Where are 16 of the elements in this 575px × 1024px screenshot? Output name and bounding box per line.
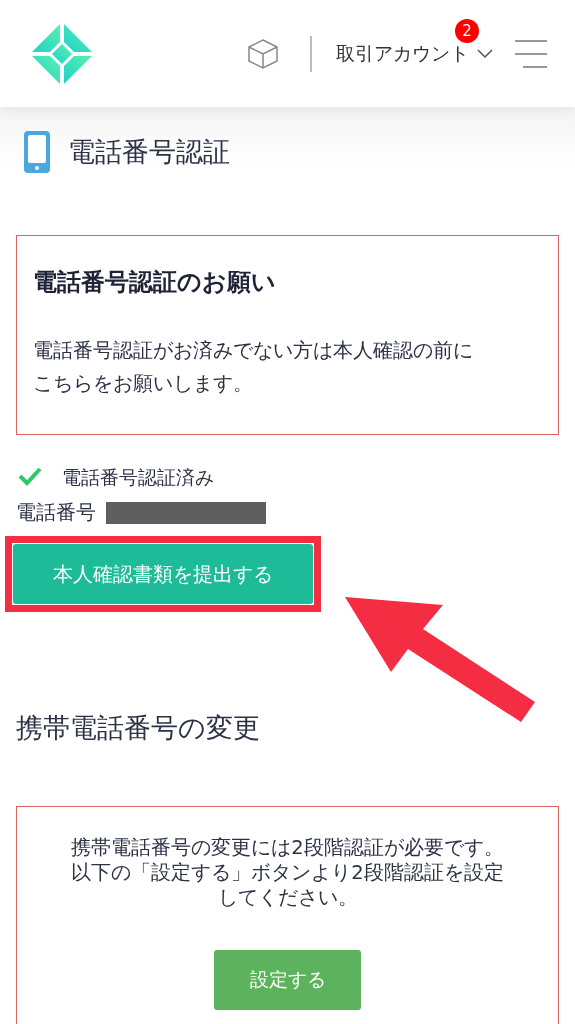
page-title: 電話番号認証 xyxy=(68,135,230,169)
settings-button[interactable]: 設定する xyxy=(214,950,361,1010)
verified-label: 電話番号認証済み xyxy=(62,465,214,490)
menu-icon[interactable] xyxy=(515,38,547,69)
smartphone-icon xyxy=(24,131,50,173)
cube-icon[interactable] xyxy=(246,36,280,71)
account-dropdown[interactable]: 取引アカウント xyxy=(336,40,493,67)
section-title: 携帯電話番号の変更 xyxy=(16,711,261,745)
phone-label: 電話番号 xyxy=(16,499,96,526)
logo-icon[interactable] xyxy=(30,21,94,86)
notice-text: 電話番号認証がお済みでない方は本人確認の前に こちらをお願いします。 xyxy=(33,338,474,397)
notice-heading: 電話番号認証のお願い xyxy=(33,267,277,298)
info-text: 携帯電話番号の変更には2段階認証が必要です。 以下の「設定する」ボタンより2段階認証を設定 してください。 xyxy=(70,835,505,910)
chevron-down-icon xyxy=(477,48,493,59)
submit-documents-button[interactable]: 本人確認書類を提出する xyxy=(13,544,313,604)
notification-badge: 2 xyxy=(455,18,479,43)
